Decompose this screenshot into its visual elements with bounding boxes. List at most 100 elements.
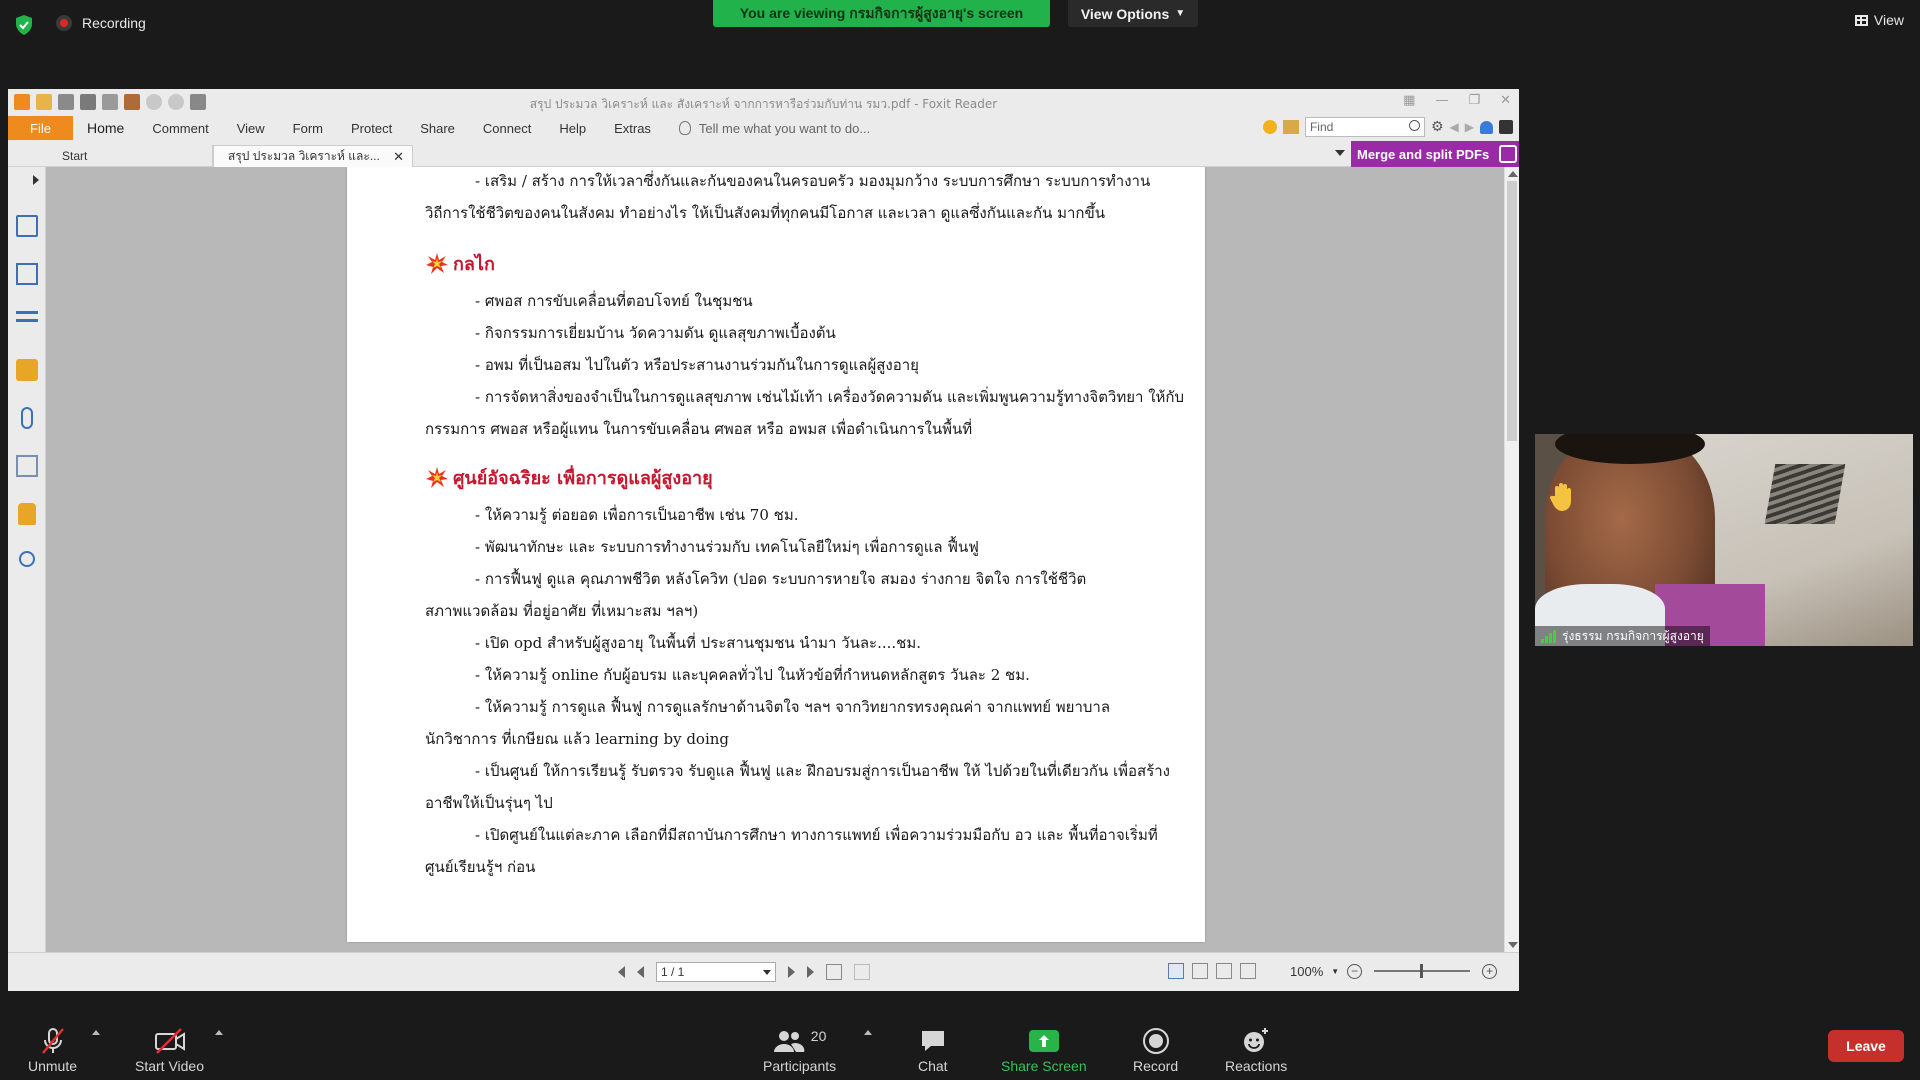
window-controls: ▦ — ❐ ✕ <box>1403 93 1511 108</box>
continuous-icon[interactable] <box>1192 963 1208 979</box>
tab-document[interactable]: สรุป ประมวล วิเคราะห์ และ... ✕ <box>213 145 413 167</box>
vertical-scrollbar[interactable] <box>1504 167 1519 952</box>
pdf-page: - เสริม / สร้าง การให้เวลาซึ่งกันและกันข… <box>347 167 1205 942</box>
email-icon[interactable] <box>102 94 118 110</box>
participant-video[interactable]: รุ่งธรรม กรมกิจการผู้สูงอายุ <box>1535 434 1913 646</box>
layers-icon[interactable] <box>16 311 38 333</box>
folder-search-icon[interactable] <box>1282 120 1299 134</box>
chat-label: Chat <box>918 1058 948 1074</box>
doc-line: - การจัดหาสิ่งของจำเป็นในการดูแลสุขภาพ เ… <box>475 388 1185 406</box>
chevron-down-icon: ▼ <box>1175 8 1186 19</box>
leave-button[interactable]: Leave <box>1828 1030 1904 1062</box>
unmute-button[interactable]: Unmute <box>28 1024 77 1074</box>
layout-icon[interactable]: ▦ <box>1403 93 1415 108</box>
close-icon[interactable]: ✕ <box>1500 93 1511 108</box>
last-page-icon[interactable] <box>807 966 814 978</box>
doc-line: - ให้ความรู้ ต่อยอด เพื่อการเป็นอาชีพ เช… <box>475 506 799 524</box>
gear-icon[interactable]: ⚙ <box>1431 119 1444 135</box>
shield-icon[interactable] <box>14 14 34 36</box>
zoom-dropdown-icon[interactable]: ▼ <box>1331 967 1339 976</box>
prev-result-icon[interactable]: ◀ <box>1450 120 1459 134</box>
record-label: Record <box>1133 1058 1179 1074</box>
find-input[interactable]: Find <box>1304 117 1425 137</box>
scroll-thumb[interactable] <box>1507 181 1517 441</box>
hand-tool-icon[interactable] <box>190 94 206 110</box>
scroll-down-icon[interactable] <box>1508 942 1518 948</box>
search-tool-icon[interactable] <box>19 551 35 567</box>
zoom-level[interactable]: 100% <box>1290 964 1323 979</box>
undo-icon[interactable] <box>146 94 162 110</box>
pages-icon[interactable] <box>16 263 38 285</box>
recording-indicator[interactable]: Recording <box>56 15 146 31</box>
search-icon[interactable] <box>1408 120 1420 131</box>
menu-form[interactable]: Form <box>279 121 337 136</box>
restore-icon[interactable]: ❐ <box>1468 93 1480 108</box>
lightbulb-icon <box>678 121 691 135</box>
single-page-icon[interactable] <box>1168 963 1184 979</box>
zoom-slider[interactable] <box>1374 964 1471 978</box>
next-view-icon[interactable] <box>854 964 870 980</box>
close-tab-icon[interactable]: ✕ <box>393 149 404 165</box>
scroll-up-icon[interactable] <box>1508 171 1518 177</box>
chat-icon <box>921 1031 944 1051</box>
file-tab[interactable]: File <box>8 116 73 140</box>
merge-split-button[interactable]: Merge and split PDFs <box>1351 141 1519 167</box>
menu-bar: Home Comment View Form Protect Share Con… <box>73 120 665 136</box>
audio-options-icon[interactable] <box>92 1030 100 1035</box>
signature-icon[interactable] <box>16 455 38 477</box>
tab-start[interactable]: Start <box>48 145 213 167</box>
save-icon[interactable] <box>58 94 74 110</box>
chat-button[interactable]: Chat <box>918 1024 948 1074</box>
start-video-button[interactable]: Start Video <box>135 1024 204 1074</box>
document-viewport[interactable]: - เสริม / สร้าง การให้เวลาซึ่งกันและกันข… <box>46 167 1504 952</box>
share-screen-button[interactable]: Share Screen <box>1001 1024 1087 1074</box>
reactions-button[interactable]: Reactions <box>1225 1024 1287 1074</box>
first-page-icon[interactable] <box>618 966 625 978</box>
view-button[interactable]: View <box>1854 12 1904 28</box>
participants-button[interactable]: 20 Participants <box>763 1024 836 1074</box>
continuous-facing-icon[interactable] <box>1240 963 1256 979</box>
comments-icon[interactable] <box>16 359 38 381</box>
zoom-out-icon[interactable]: − <box>1347 963 1363 979</box>
new-icon[interactable] <box>124 94 140 110</box>
minimize-icon[interactable]: — <box>1435 93 1448 108</box>
bookmark-icon[interactable] <box>16 215 38 237</box>
doc-line: - ให้ความรู้ การดูแล ฟื้นฟู การดูแลรักษา… <box>475 698 1111 716</box>
record-icon <box>1142 1028 1169 1054</box>
next-page-icon[interactable] <box>788 966 795 978</box>
signal-strength-icon <box>1541 629 1556 643</box>
record-button[interactable]: Record <box>1133 1024 1178 1074</box>
page-number-input[interactable]: 1 / 1 <box>656 962 776 982</box>
open-icon[interactable] <box>36 94 52 110</box>
menu-view[interactable]: View <box>223 121 279 136</box>
user-icon[interactable] <box>1499 120 1513 134</box>
tell-me-search[interactable]: Tell me what you want to do... <box>678 121 870 136</box>
menu-connect[interactable]: Connect <box>469 121 545 136</box>
prev-page-icon[interactable] <box>637 966 644 978</box>
lock-icon[interactable] <box>18 503 36 525</box>
zoom-in-icon[interactable]: + <box>1482 963 1498 979</box>
print-icon[interactable] <box>80 94 96 110</box>
next-result-icon[interactable]: ▶ <box>1465 120 1474 134</box>
expand-panel-icon[interactable] <box>33 175 39 185</box>
view-options-button[interactable]: View Options ▼ <box>1068 0 1198 27</box>
attachment-icon[interactable] <box>21 407 33 429</box>
tabs-dropdown-icon[interactable] <box>1335 150 1345 156</box>
heart-icon[interactable] <box>1262 120 1277 134</box>
participants-options-icon[interactable] <box>864 1030 872 1035</box>
facing-icon[interactable] <box>1216 963 1232 979</box>
menu-extras[interactable]: Extras <box>600 121 665 136</box>
previous-view-icon[interactable] <box>826 964 842 980</box>
bell-icon[interactable] <box>1480 120 1493 134</box>
menu-home[interactable]: Home <box>73 120 138 136</box>
status-bar: 1 / 1 100% ▼ − + <box>8 952 1519 991</box>
redo-icon[interactable] <box>168 94 184 110</box>
video-options-icon[interactable] <box>215 1030 223 1035</box>
menu-help[interactable]: Help <box>545 121 600 136</box>
menu-comment[interactable]: Comment <box>138 121 222 136</box>
document-tabs: Start สรุป ประมวล วิเคราะห์ และ... ✕ Mer… <box>8 141 1519 167</box>
menu-share[interactable]: Share <box>406 121 469 136</box>
menu-protect[interactable]: Protect <box>337 121 406 136</box>
doc-line: สภาพแวดล้อม ที่อยู่อาศัย ที่เหมาะสม ฯลฯ) <box>425 602 699 620</box>
doc-line: - อพม ที่เป็นอสม ไปในตัว หรือประสานงานร่… <box>475 356 919 374</box>
